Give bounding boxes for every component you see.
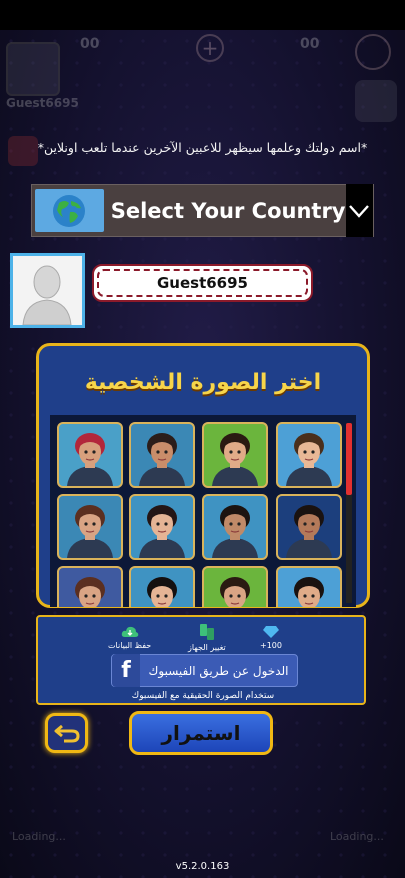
background-coins-right: 00 [300, 36, 320, 52]
facebook-login-label: الدخول عن طريق الفيسبوك [148, 663, 289, 678]
status-bar [0, 0, 405, 30]
portrait-2[interactable] [129, 422, 195, 488]
version-text: v5.2.0.163 [175, 861, 230, 872]
diamond-icon [263, 626, 279, 638]
portrait-11[interactable] [202, 566, 268, 607]
portrait-12[interactable] [276, 566, 342, 607]
chevron-down-icon[interactable] [345, 184, 373, 237]
background-avatar [6, 42, 60, 96]
background-loading-left: Loading... [12, 830, 66, 843]
perk-diamonds: 100+ [260, 625, 282, 650]
facebook-icon: f [112, 654, 140, 687]
scrollbar-thumb[interactable] [346, 423, 352, 495]
facebook-note: ستخدام الصورة الحقيقية مع الفيسبوك [131, 691, 275, 701]
background-profile-name: Guest6695 [6, 96, 79, 110]
globe-icon [35, 189, 104, 232]
username-field[interactable]: Guest6695 [92, 264, 313, 302]
avatar-picker-panel: اختر الصورة الشخصية [36, 343, 370, 608]
back-arrow-icon [54, 724, 80, 743]
facebook-login-button[interactable]: f الدخول عن طريق الفيسبوك [111, 654, 298, 687]
perk-change-device-label: تغيير الجهاز [188, 643, 226, 652]
perk-diamonds-label: 100+ [260, 641, 282, 650]
perk-change-device: تغيير الجهاز [188, 623, 226, 652]
country-selector-label: Select Your Country [110, 198, 346, 223]
avatar-grid[interactable] [50, 415, 356, 607]
default-avatar-icon[interactable] [10, 253, 85, 328]
background-coins-left: 00 [80, 36, 100, 52]
background-loading-right: Loading... [330, 830, 384, 843]
country-selector[interactable]: Select Your Country [31, 184, 374, 237]
portrait-5[interactable] [57, 494, 123, 560]
portrait-3[interactable] [202, 422, 268, 488]
continue-button[interactable]: استمرار [129, 711, 273, 755]
portrait-10[interactable] [129, 566, 195, 607]
portrait-6[interactable] [129, 494, 195, 560]
back-button[interactable] [45, 713, 88, 753]
background-menu-icon [355, 34, 391, 70]
portrait-8[interactable] [276, 494, 342, 560]
perk-save-data-label: حفظ البيانات [108, 641, 152, 650]
portrait-1[interactable] [57, 422, 123, 488]
portrait-7[interactable] [202, 494, 268, 560]
background-leaderboard-icon [355, 80, 397, 122]
background-plus-icon: + [196, 34, 224, 62]
change-device-icon [199, 624, 214, 640]
country-info-text: *اسم دولتك وعلمها سيظهر للاعبين الآخرين … [37, 140, 368, 155]
portrait-9[interactable] [57, 566, 123, 607]
portrait-4[interactable] [276, 422, 342, 488]
cloud-save-icon [121, 626, 138, 637]
perk-save-data: حفظ البيانات [108, 625, 151, 650]
username-text: Guest6695 [156, 274, 248, 292]
facebook-panel: حفظ البيانات تغيير الجهاز 100+ f الدخول … [36, 615, 366, 705]
continue-button-label: استمرار [161, 721, 241, 745]
avatar-picker-title: اختر الصورة الشخصية [84, 370, 322, 395]
